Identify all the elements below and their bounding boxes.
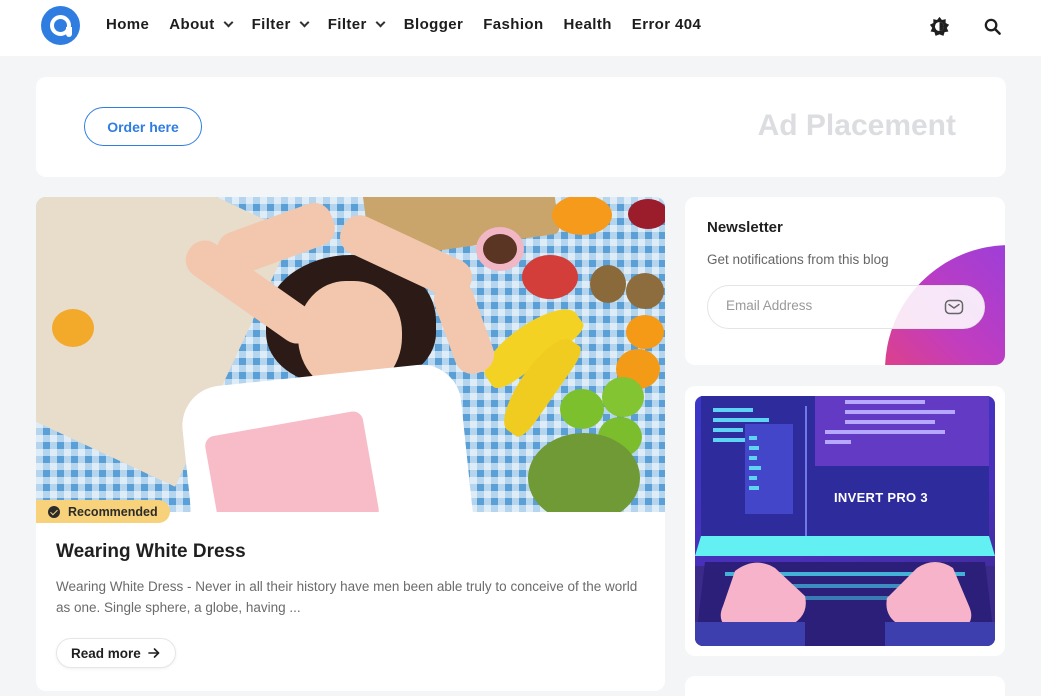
nav-item-filter[interactable]: Filter <box>251 16 310 33</box>
ad-placement-label: Ad Placement <box>757 109 956 142</box>
recommended-badge: Recommended <box>36 500 170 523</box>
nav-item-fashion[interactable]: Fashion <box>483 16 543 33</box>
mail-icon[interactable] <box>944 297 964 317</box>
check-circle-icon <box>48 505 60 518</box>
arm-shape <box>428 275 500 379</box>
green-apple-shape <box>602 377 644 417</box>
sidebar-widget-next <box>685 676 1005 696</box>
order-here-button[interactable]: Order here <box>84 107 202 146</box>
logo-icon[interactable] <box>41 6 80 45</box>
arrow-right-icon <box>147 648 160 658</box>
post-title[interactable]: Wearing White Dress <box>56 541 246 563</box>
search-icon[interactable] <box>983 17 1002 36</box>
nav-item-label: Filter <box>251 16 291 33</box>
promo-widget: INVERT PRO 3 <box>685 386 1005 656</box>
read-more-label: Read more <box>71 645 141 661</box>
nav-item-label: Filter <box>327 16 367 33</box>
nav-item-health[interactable]: Health <box>564 16 612 33</box>
nav-item-blogger[interactable]: Blogger <box>404 16 463 33</box>
nav-item-about[interactable]: About <box>169 16 234 33</box>
post-snippet: Wearing White Dress - Never in all their… <box>56 579 638 615</box>
donut-shape <box>476 227 524 271</box>
nav-item-error-404[interactable]: Error 404 <box>632 16 701 33</box>
lemon-shape <box>52 309 94 347</box>
nav-item-label: About <box>169 16 215 33</box>
nav-item-filter-2[interactable]: Filter <box>327 16 386 33</box>
cherries-shape <box>522 255 578 299</box>
chevron-down-icon <box>299 17 310 28</box>
kiwi-shape <box>590 265 626 303</box>
promo-banner-image[interactable]: INVERT PRO 3 <box>695 396 995 646</box>
site-header: Home About Filter Filter Blogger Fashion… <box>0 0 1041 56</box>
post-thumbnail-image[interactable] <box>36 197 665 512</box>
newsletter-widget: Newsletter Get notifications from this b… <box>685 197 1005 365</box>
laptop-illustration <box>695 396 995 646</box>
nav-item-label: Blogger <box>403 16 464 33</box>
newsletter-input-wrapper <box>707 285 985 329</box>
theme-toggle-icon[interactable] <box>929 16 950 37</box>
kiwi-shape <box>626 273 664 309</box>
chevron-down-icon <box>375 17 386 28</box>
newsletter-subtitle: Get notifications from this blog <box>707 252 889 267</box>
nav-item-label: Health <box>563 16 612 33</box>
orange-shape <box>552 197 612 235</box>
apple-shape <box>628 199 665 229</box>
nav-item-home[interactable]: Home <box>106 16 149 33</box>
read-more-button[interactable]: Read more <box>56 638 176 668</box>
newsletter-title: Newsletter <box>707 219 783 236</box>
chevron-down-icon <box>223 17 234 28</box>
orange-shape <box>626 315 664 349</box>
ad-placement-banner: Order here Ad Placement <box>36 77 1006 177</box>
nav-item-label: Home <box>106 16 150 33</box>
green-apple-shape <box>560 389 604 429</box>
featured-post-card: Recommended Wearing White Dress Wearing … <box>36 197 665 691</box>
promo-label: INVERT PRO 3 <box>834 490 928 505</box>
email-field[interactable] <box>726 298 926 313</box>
nav-item-label: Error 404 <box>631 16 702 33</box>
nav-item-label: Fashion <box>483 16 544 33</box>
main-nav: Home About Filter Filter Blogger Fashion… <box>106 16 721 33</box>
badge-label: Recommended <box>68 504 158 519</box>
